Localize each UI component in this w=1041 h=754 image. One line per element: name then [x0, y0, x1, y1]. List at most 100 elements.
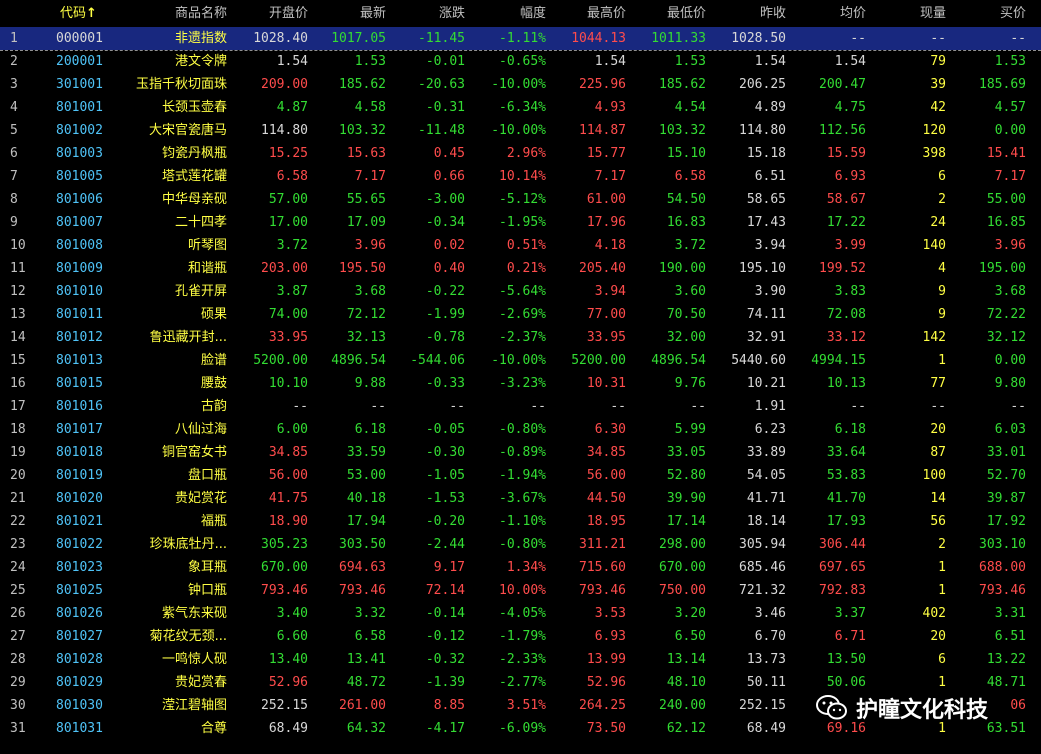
table-row[interactable]: 2 200001 港文令牌 1.54 1.53 -0.01 -0.65% 1.54 1.53 1.…: [0, 50, 1041, 73]
table-row[interactable]: 11 801009 和谐瓶 203.00 195.50 0.40 0.21% 205.40 19…: [0, 257, 1041, 280]
table-row[interactable]: 12 801010 孔雀开屏 3.87 3.68 -0.22 -5.64% 3.94 3.60 3…: [0, 280, 1041, 303]
cell-low: --: [690, 399, 706, 414]
table-row[interactable]: 3 301001 玉指千秋切面珠 209.00 185.62 -20.63 -10.00% 2…: [0, 73, 1041, 96]
cell-avg: 112.56: [819, 123, 866, 138]
cell-pct: 10.14%: [499, 169, 546, 184]
cell-code: 801021: [56, 514, 103, 529]
table-row[interactable]: 26 801026 紫气东来砚 3.40 3.32 -0.14 -4.05% 3.53 3.20…: [0, 602, 1041, 625]
cell-code: 801020: [56, 491, 103, 506]
header-open[interactable]: 开盘价: [232, 0, 308, 27]
cell-avg: 15.59: [826, 146, 866, 161]
header-last[interactable]: 最新: [310, 0, 386, 27]
cell-bid: --: [1010, 31, 1026, 46]
table-row[interactable]: 18 801017 八仙过海 6.00 6.18 -0.05 -0.80% 6.30 5.99 6…: [0, 418, 1041, 441]
cell-i: 18: [10, 422, 26, 437]
cell-high: 311.21: [579, 537, 626, 552]
cell-name: 非遗指数: [174, 31, 227, 46]
cell-high: 10.31: [586, 376, 626, 391]
cell-avg: 6.18: [834, 422, 866, 437]
header-change[interactable]: 涨跌: [389, 0, 465, 27]
cell-avg: 3.99: [834, 238, 866, 253]
cell-bid: 17.92: [986, 514, 1026, 529]
table-row[interactable]: 23 801022 珍珠底牡丹... 305.23 303.50 -2.44 -0.80% 3…: [0, 533, 1041, 556]
cell-i: 28: [10, 652, 26, 667]
table-row[interactable]: 27 801027 菊花纹无颈... 6.60 6.58 -0.12 -1.79% 6.93 6…: [0, 625, 1041, 648]
table-row[interactable]: 6 801003 钧瓷丹枫瓶 15.25 15.63 0.45 2.96% 15.77 15.1…: [0, 142, 1041, 165]
cell-prev: 252.15: [739, 698, 786, 713]
cell-avg: 792.83: [819, 583, 866, 598]
table-row[interactable]: 28 801028 一鸣惊人砚 13.40 13.41 -0.32 -2.33% 13.99 1…: [0, 648, 1041, 671]
cell-pct: -0.80%: [499, 537, 546, 552]
cell-open: 670.00: [261, 560, 308, 575]
cell-high: 17.96: [586, 215, 626, 230]
cell-avg: --: [850, 399, 866, 414]
cell-open: 17.00: [268, 215, 308, 230]
cell-high: 715.60: [579, 560, 626, 575]
table-row[interactable]: 22 801021 福瓶 18.90 17.94 -0.20 -1.10% 18.95 17.1…: [0, 510, 1041, 533]
cell-pct: -6.09%: [499, 721, 546, 736]
cell-name: 港文令牌: [174, 54, 227, 69]
cell-name: 塔式莲花罐: [161, 169, 227, 184]
cell-chg: 8.85: [433, 698, 465, 713]
cell-code: 301001: [56, 77, 103, 92]
cell-last: 3.96: [354, 238, 386, 253]
cell-name: 听琴图: [187, 238, 227, 253]
table-row[interactable]: 8 801006 中华母亲砚 57.00 55.65 -3.00 -5.12% 61.00 54…: [0, 188, 1041, 211]
table-row[interactable]: 25 801025 钟口瓶 793.46 793.46 72.14 10.00% 793.46…: [0, 579, 1041, 602]
cell-prev: 6.51: [754, 169, 786, 184]
table-row[interactable]: 9 801007 二十四孝 17.00 17.09 -0.34 -1.95% 17.96 16.…: [0, 211, 1041, 234]
table-row[interactable]: 21 801020 贵妃赏花 41.75 40.18 -1.53 -3.67% 44.50 39…: [0, 487, 1041, 510]
cell-open: 114.80: [261, 123, 308, 138]
table-row[interactable]: 5 801002 大宋官瓷唐马 114.80 103.32 -11.48 -10.00% 11…: [0, 119, 1041, 142]
table-row[interactable]: 24 801023 象耳瓶 670.00 694.63 9.17 1.34% 715.60 67…: [0, 556, 1041, 579]
cell-prev: 58.65: [746, 192, 786, 207]
cell-chg: -0.30: [425, 445, 465, 460]
cell-avg: 1.54: [834, 54, 866, 69]
cell-pct: -10.00%: [491, 77, 546, 92]
header-avg[interactable]: 均价: [788, 0, 866, 27]
cell-low: 185.62: [659, 77, 706, 92]
table-row[interactable]: 14 801012 鲁迅藏开封... 33.95 32.13 -0.78 -2.37% 33.…: [0, 326, 1041, 349]
cell-high: 44.50: [586, 491, 626, 506]
header-prev-close[interactable]: 昨收: [708, 0, 786, 27]
table-row[interactable]: 16 801015 腰鼓 10.10 9.88 -0.33 -3.23% 10.31 9.76 1…: [0, 372, 1041, 395]
table-row[interactable]: 4 801001 长颈玉壶春 4.87 4.58 -0.31 -6.34% 4.93 4.54 4…: [0, 96, 1041, 119]
cell-i: 30: [10, 698, 26, 713]
cell-pct: -6.34%: [499, 100, 546, 115]
cell-low: 1011.33: [651, 31, 706, 46]
cell-last: 185.62: [339, 77, 386, 92]
table-row[interactable]: 19 801018 铜官窑女书 34.85 33.59 -0.30 -0.89% 34.85 3…: [0, 441, 1041, 464]
table-row[interactable]: 15 801013 脸谱 5200.00 4896.54 -544.06 -10.00% 52…: [0, 349, 1041, 372]
header-volume[interactable]: 现量: [868, 0, 946, 27]
cell-name: 钟口瓶: [187, 583, 227, 598]
cell-name: 玉指千秋切面珠: [135, 77, 227, 92]
header-percent[interactable]: 幅度: [468, 0, 546, 27]
header-bid[interactable]: 买价: [948, 0, 1026, 27]
table-row[interactable]: 7 801005 塔式莲花罐 6.58 7.17 0.66 10.14% 7.17 6.58 6.…: [0, 165, 1041, 188]
cell-code: 801012: [56, 330, 103, 345]
cell-chg: -1.53: [425, 491, 465, 506]
cell-code: 801031: [56, 721, 103, 736]
cell-avg: 33.64: [826, 445, 866, 460]
cell-pct: -1.94%: [499, 468, 546, 483]
cell-i: 31: [10, 721, 26, 736]
header-code[interactable]: 代码↑: [60, 0, 120, 27]
table-row[interactable]: 10 801008 听琴图 3.72 3.96 0.02 0.51% 4.18 3.72 3.94…: [0, 234, 1041, 257]
cell-avg: 17.93: [826, 514, 866, 529]
cell-chg: -4.17: [425, 721, 465, 736]
cell-i: 19: [10, 445, 26, 460]
cell-low: 6.50: [674, 629, 706, 644]
table-header: 代码↑ 商品名称 开盘价 最新 涨跌 幅度 最高价 最低价 昨收 均价 现量 买…: [0, 0, 1041, 27]
table-row[interactable]: 13 801011 硕果 74.00 72.12 -1.99 -2.69% 77.00 70.5…: [0, 303, 1041, 326]
table-row[interactable]: 17 801016 古韵 -- -- -- -- -- -- 1.91 -- -- --: [0, 395, 1041, 418]
header-name[interactable]: 商品名称: [118, 0, 227, 27]
cell-name: 鲁迅藏开封...: [149, 330, 227, 345]
header-low[interactable]: 最低价: [628, 0, 706, 27]
table-row[interactable]: 20 801019 盘口瓶 56.00 53.00 -1.05 -1.94% 56.00 52.…: [0, 464, 1041, 487]
cell-name: 一鸣惊人砚: [161, 652, 227, 667]
cell-chg: -0.12: [425, 629, 465, 644]
header-high[interactable]: 最高价: [548, 0, 626, 27]
cell-bid: 185.69: [979, 77, 1026, 92]
cell-code: 801013: [56, 353, 103, 368]
table-row[interactable]: 1 000001 非遗指数 1028.40 1017.05 -11.45 -1.11% 104…: [0, 27, 1041, 51]
